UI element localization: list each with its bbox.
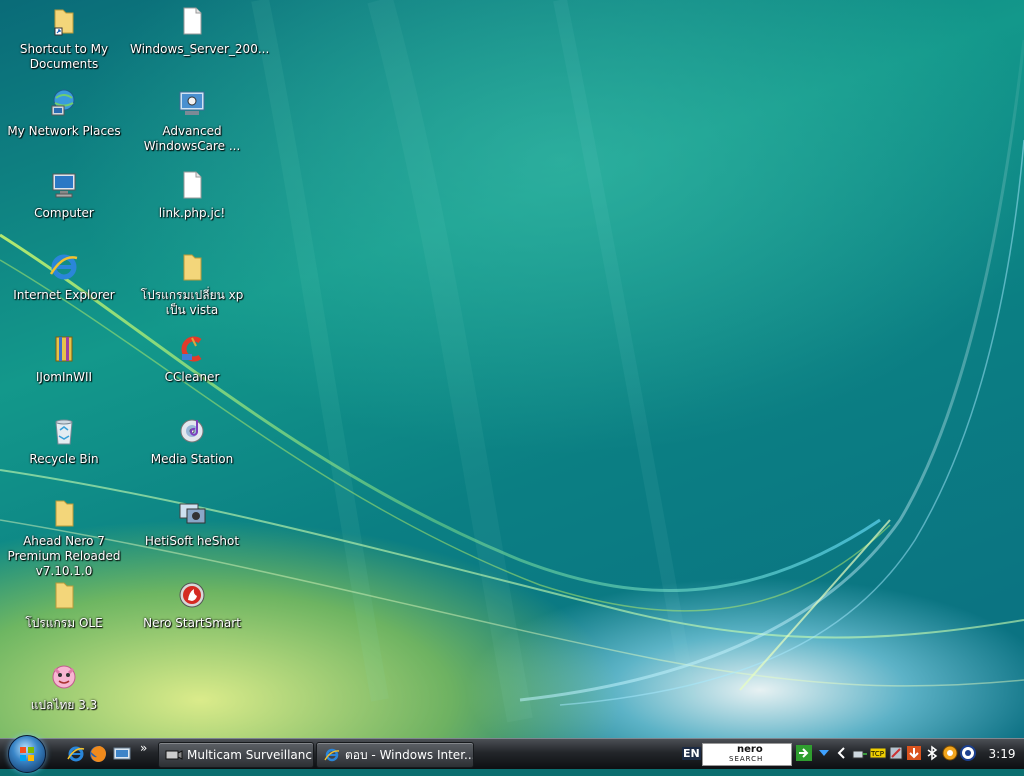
bluetooth-icon[interactable] bbox=[924, 745, 940, 761]
computer-icon bbox=[52, 173, 76, 198]
nero-startsmart-icon bbox=[179, 582, 205, 608]
desktop-icon-internet-explorer[interactable]: Internet Explorer bbox=[0, 250, 128, 303]
icon-label: Ahead Nero 7 Premium Reloaded v7.10.1.0 bbox=[7, 534, 121, 578]
desktop-icon-thai-translator[interactable]: แปลไทย 3.3 bbox=[0, 660, 128, 713]
document-icon bbox=[183, 7, 202, 35]
desktop-icon-nero-startsmart[interactable]: Nero StartSmart bbox=[128, 578, 256, 631]
winrar-archive-icon bbox=[55, 336, 73, 362]
icon-label: Internet Explorer bbox=[13, 288, 115, 302]
network-places-icon bbox=[51, 89, 75, 116]
icon-label: โปรแกรม OLE bbox=[25, 616, 103, 630]
safely-remove-icon[interactable] bbox=[852, 745, 868, 761]
nero-search-text: SEARCH bbox=[729, 755, 764, 763]
network-down-arrow-icon[interactable] bbox=[816, 745, 832, 761]
folder-icon bbox=[55, 582, 74, 609]
folder-icon bbox=[55, 500, 74, 527]
internet-explorer-icon[interactable] bbox=[66, 744, 86, 764]
internet-explorer-icon bbox=[324, 748, 340, 762]
icon-label: HetiSoft heShot bbox=[144, 534, 240, 548]
download-icon[interactable] bbox=[906, 745, 922, 761]
desktop-icon-hetisoft-heshot[interactable]: HetiSoft heShot bbox=[128, 496, 256, 549]
icon-label: โปรแกรมเปลี่ยน xp เป็น vista bbox=[140, 288, 244, 317]
icon-label: IJomInWII bbox=[35, 370, 93, 384]
ccleaner-icon bbox=[181, 336, 202, 362]
firefox-icon[interactable] bbox=[88, 744, 108, 764]
icon-label: Shortcut to My Documents bbox=[19, 42, 109, 71]
desktop-icon-ijominwii[interactable]: IJomInWII bbox=[0, 332, 128, 385]
tray-expand-icon[interactable] bbox=[834, 745, 850, 761]
start-button[interactable] bbox=[8, 735, 46, 773]
windows-start-orb-icon bbox=[20, 747, 34, 761]
desktop-icon-ahead-nero[interactable]: Ahead Nero 7 Premium Reloaded v7.10.1.0 bbox=[0, 496, 128, 579]
icon-label: Recycle Bin bbox=[29, 452, 99, 466]
show-desktop-icon[interactable] bbox=[112, 744, 132, 764]
internet-explorer-icon bbox=[49, 254, 78, 280]
green-arrow-icon[interactable] bbox=[796, 745, 812, 761]
desktop-icon-xp-to-vista[interactable]: โปรแกรมเปลี่ยน xp เป็น vista bbox=[128, 250, 256, 318]
icon-label: CCleaner bbox=[164, 370, 220, 384]
recycle-bin-icon bbox=[55, 419, 73, 445]
app-orange-icon[interactable] bbox=[942, 745, 958, 761]
desktop-icon-advanced-windowscare[interactable]: Advanced WindowsCare ... bbox=[128, 86, 256, 154]
taskbar-button-windows-internet[interactable]: ตอบ - Windows Inter... bbox=[316, 742, 474, 768]
advanced-windowscare-icon bbox=[179, 91, 205, 115]
icon-label: Computer bbox=[34, 206, 94, 220]
folder-icon bbox=[183, 254, 202, 281]
media-station-icon bbox=[180, 419, 204, 443]
desktop-icon-computer[interactable]: Computer bbox=[0, 168, 128, 221]
translator-mascot-icon bbox=[52, 665, 76, 689]
taskbar-button-multicam[interactable]: Multicam Surveillanc... bbox=[158, 742, 314, 768]
camera-app-icon bbox=[165, 750, 183, 760]
language-indicator[interactable]: EN bbox=[682, 747, 701, 760]
icon-label: แปลไทย 3.3 bbox=[30, 698, 98, 712]
desktop-icon-recycle-bin[interactable]: Recycle Bin bbox=[0, 414, 128, 467]
folder-shortcut-icon bbox=[54, 9, 74, 36]
settings-icon[interactable] bbox=[888, 745, 904, 761]
document-icon bbox=[183, 171, 202, 199]
icon-label: My Network Places bbox=[7, 124, 121, 138]
tcp-icon[interactable]: TCP bbox=[870, 745, 886, 761]
taskbar-button-label: ตอบ - Windows Inter... bbox=[345, 748, 474, 762]
desktop-icon-my-documents[interactable]: Shortcut to My Documents bbox=[0, 4, 128, 72]
desktop-icon-media-station[interactable]: Media Station bbox=[128, 414, 256, 467]
icon-label: Advanced WindowsCare ... bbox=[143, 124, 241, 153]
desktop-icon-windows-server[interactable]: Windows_Server_200... bbox=[128, 4, 270, 57]
screenshot-app-icon bbox=[179, 503, 206, 524]
antivirus-icon[interactable] bbox=[960, 745, 976, 761]
icon-label: Media Station bbox=[150, 452, 234, 466]
svg-text:TCP: TCP bbox=[870, 750, 884, 758]
icon-label: Windows_Server_200... bbox=[130, 42, 270, 56]
desktop-icon-ole-program[interactable]: โปรแกรม OLE bbox=[0, 578, 128, 631]
quick-launch-overflow[interactable]: » bbox=[140, 741, 147, 755]
desktop[interactable]: Shortcut to My Documents My Network Plac… bbox=[0, 0, 1024, 738]
desktop-icon-network-places[interactable]: My Network Places bbox=[0, 86, 128, 139]
nero-search-box[interactable]: nero SEARCH bbox=[702, 743, 792, 766]
desktop-icon-ccleaner[interactable]: CCleaner bbox=[128, 332, 256, 385]
taskbar-button-label: Multicam Surveillanc... bbox=[187, 748, 314, 762]
taskbar: » Multicam Surveillanc... ตอบ - Windows … bbox=[0, 735, 1024, 773]
icon-label: Nero StartSmart bbox=[143, 616, 241, 630]
taskbar-clock[interactable]: 3:19 bbox=[984, 739, 1020, 769]
desktop-icon-link-php[interactable]: link.php.jc! bbox=[128, 168, 256, 221]
icon-label: link.php.jc! bbox=[158, 206, 226, 220]
